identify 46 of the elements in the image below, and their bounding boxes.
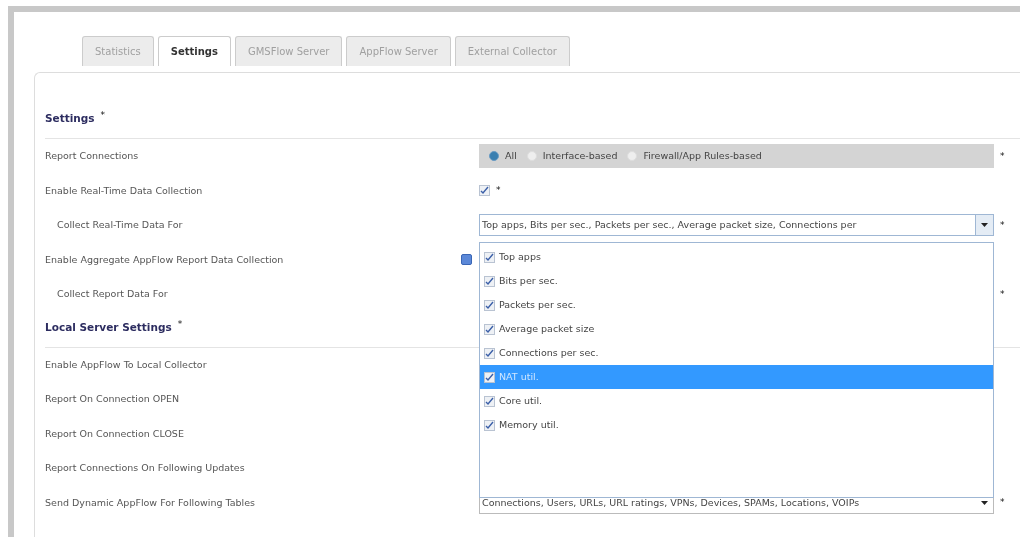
required-marker: * xyxy=(1000,220,1005,230)
radio-button[interactable] xyxy=(489,151,499,162)
required-marker: * xyxy=(496,186,501,196)
field-label: Collect Real-Time Data For xyxy=(56,218,184,233)
required-marker: * xyxy=(177,319,183,329)
section-heading: Local Server Settings xyxy=(45,319,172,335)
required-marker: * xyxy=(1000,498,1005,508)
list-option[interactable]: Top apps xyxy=(480,245,993,269)
checkbox[interactable] xyxy=(484,347,495,359)
list-option[interactable]: Packets per sec. xyxy=(480,293,993,317)
list-option[interactable]: Bits per sec. xyxy=(480,269,993,293)
checkbox[interactable] xyxy=(484,299,495,311)
checkbox[interactable] xyxy=(484,395,495,407)
field-label: Enable AppFlow To Local Collector xyxy=(45,357,208,372)
field-label: Report On Connection OPEN xyxy=(45,392,181,407)
option-label: All xyxy=(505,149,517,164)
field-label: Report On Connection CLOSE xyxy=(45,426,185,441)
required-marker: * xyxy=(1000,151,1005,161)
checkbox[interactable] xyxy=(484,275,495,287)
dropdown-value: Top apps, Bits per sec., Packets per sec., Average packet size, Connections per xyxy=(482,218,857,233)
caret-icon xyxy=(981,223,988,228)
checkbox[interactable] xyxy=(484,419,495,431)
checkbox[interactable] xyxy=(484,371,495,383)
option-label: Firewall/App Rules-based xyxy=(643,149,762,164)
list-option[interactable]: Memory util. xyxy=(480,413,993,437)
tab[interactable]: Settings xyxy=(157,36,231,66)
checkbox[interactable] xyxy=(484,323,495,335)
section-heading: Settings xyxy=(45,111,95,126)
field-label: Report Connections xyxy=(45,149,140,164)
caret-icon xyxy=(980,500,988,505)
required-marker: * xyxy=(1000,289,1005,299)
field-label: Send Dynamic AppFlow For Following Tables xyxy=(45,495,257,510)
option-label: Interface-based xyxy=(542,149,618,164)
dropdown-value: Connections, Users, URLs, URL ratings, VPNs, Devices, SPAMs, Locations, VOIPs xyxy=(482,495,860,510)
list-option[interactable]: Core util. xyxy=(480,389,993,413)
field-label: Collect Report Data For xyxy=(56,287,169,302)
field-label: Report Connections On Following Updates xyxy=(45,461,246,476)
checkbox[interactable] xyxy=(484,251,495,263)
expand-icon[interactable] xyxy=(461,254,472,266)
list-option[interactable]: Connections per sec. xyxy=(480,341,993,365)
field-label: Enable Real-Time Data Collection xyxy=(45,183,204,198)
field-label: Enable Aggregate AppFlow Report Data Collection xyxy=(45,252,285,267)
list-option[interactable]: Average packet size xyxy=(480,317,993,341)
dropdown-field[interactable]: Top apps, Bits per sec., Packets per sec., Average packet size, Connections per xyxy=(479,214,994,237)
required-marker: * xyxy=(100,111,106,120)
checkbox[interactable] xyxy=(479,185,490,197)
